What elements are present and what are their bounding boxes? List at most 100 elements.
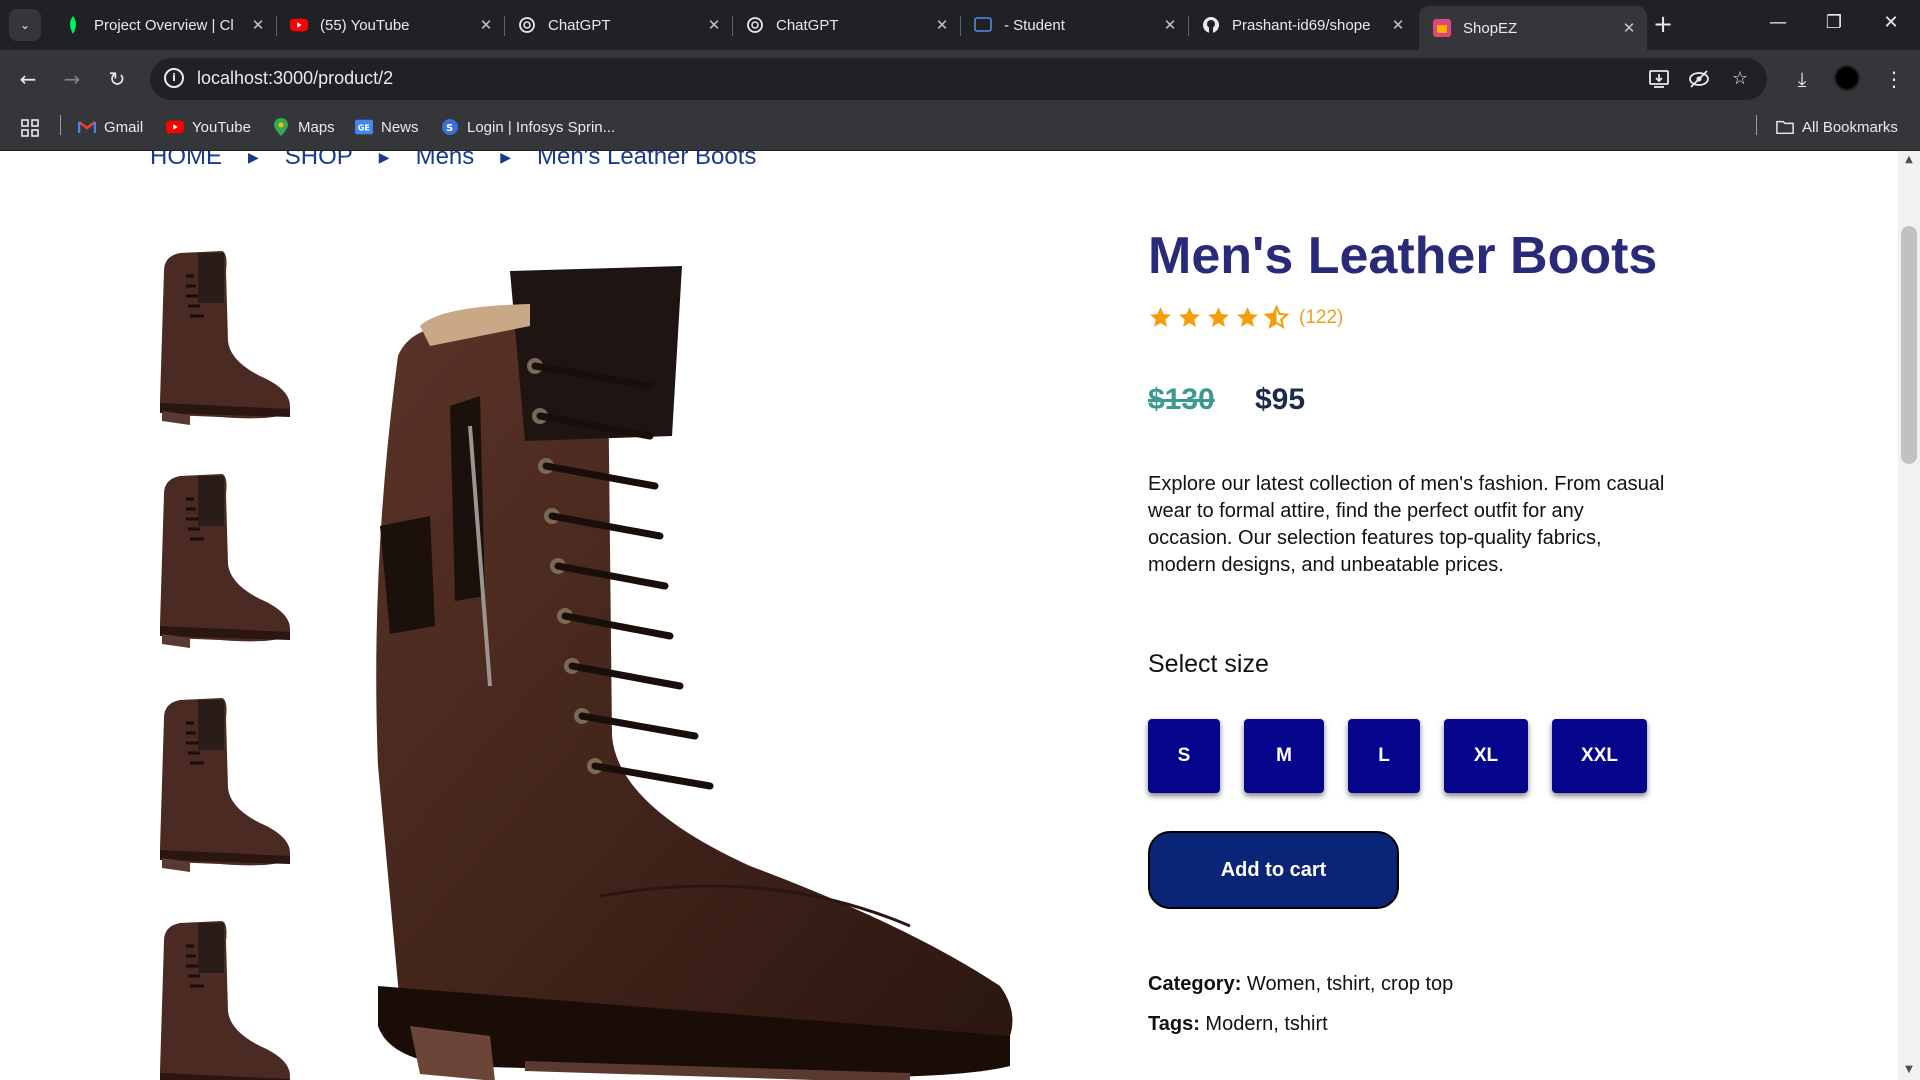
size-button-xxl[interactable]: XXL: [1552, 719, 1647, 793]
bookmarks-bar: Gmail YouTube Maps GE News S Login | Inf…: [0, 108, 1920, 151]
bookmark-maps[interactable]: Maps: [272, 118, 335, 136]
student-portal-icon: [974, 16, 992, 34]
bookmark-label: Gmail: [104, 118, 144, 136]
github-icon: [1202, 16, 1220, 34]
size-button-xl[interactable]: XL: [1444, 719, 1528, 793]
category-value: Women, tshirt, crop top: [1246, 973, 1454, 995]
caret-right-icon: ▶: [378, 151, 390, 165]
tab-title: Project Overview | Cl: [94, 16, 234, 34]
bookmark-gmail[interactable]: Gmail: [78, 118, 143, 136]
close-tab-icon[interactable]: ✕: [476, 16, 496, 34]
tab-title: Prashant-id69/shope: [1232, 16, 1371, 34]
size-button-m[interactable]: M: [1244, 719, 1324, 793]
chatgpt-icon: [518, 16, 536, 34]
bookmark-label: Maps: [298, 118, 335, 136]
close-tab-icon[interactable]: ✕: [932, 16, 952, 34]
star-full-icon: [1150, 307, 1171, 327]
star-half-icon: [1264, 305, 1289, 330]
tab-search-button[interactable]: ⌄: [9, 9, 41, 41]
folder-icon: [1776, 118, 1794, 136]
omnibox[interactable]: i localhost:3000/product/2 ☆: [150, 58, 1767, 100]
maps-icon: [272, 118, 290, 136]
product-tags: Tags: Modern, tshirt: [1148, 1013, 1328, 1036]
forward-button[interactable]: →: [56, 63, 88, 95]
category-label: Category:: [1148, 973, 1242, 995]
tab-title: ShopEZ: [1463, 19, 1518, 37]
tab-strip: ⌄ Project Overview | Cl ✕ (55) YouTube ✕…: [0, 0, 1920, 50]
tab-title: (55) YouTube: [320, 16, 410, 34]
product-thumbnail-3[interactable]: [150, 678, 300, 878]
browser-chrome: ⌄ Project Overview | Cl ✕ (55) YouTube ✕…: [0, 0, 1920, 151]
tab-youtube[interactable]: (55) YouTube ✕: [276, 6, 505, 44]
all-bookmarks-button[interactable]: All Bookmarks: [1776, 118, 1898, 136]
tab-title: - Student: [1004, 16, 1065, 34]
address-bar-row: ← → ↻ i localhost:3000/product/2 ☆ ⤓ ⋮: [0, 50, 1920, 108]
url-text[interactable]: localhost:3000/product/2: [197, 68, 393, 89]
bookmark-youtube[interactable]: YouTube: [166, 118, 251, 136]
minimize-icon[interactable]: —: [1758, 12, 1798, 33]
review-count[interactable]: (122): [1299, 307, 1343, 329]
tab-github[interactable]: Prashant-id69/shope ✕: [1188, 6, 1416, 44]
breadcrumb-current: Men's Leather Boots: [537, 151, 757, 170]
product-thumbnail-1[interactable]: [150, 231, 300, 431]
gmail-icon: [78, 118, 96, 136]
tab-project-overview[interactable]: Project Overview | Cl ✕: [50, 6, 277, 44]
reload-button[interactable]: ↻: [101, 63, 133, 95]
size-label: Select size: [1148, 650, 1269, 678]
back-button[interactable]: ←: [12, 63, 44, 95]
apps-grid-icon[interactable]: [20, 118, 40, 138]
bookmark-infosys[interactable]: S Login | Infosys Sprin...: [441, 118, 615, 136]
bookmark-news[interactable]: GE News: [355, 118, 419, 136]
svg-text:GE: GE: [358, 123, 370, 133]
size-button-s[interactable]: S: [1148, 719, 1220, 793]
star-full-icon: [1237, 307, 1258, 327]
close-tab-icon[interactable]: ✕: [1388, 16, 1408, 34]
tab-student[interactable]: - Student ✕: [960, 6, 1189, 44]
chatgpt-icon: [746, 16, 764, 34]
youtube-icon: [166, 118, 184, 136]
profile-avatar[interactable]: [1834, 65, 1860, 91]
star-full-icon: [1208, 307, 1229, 327]
product-category: Category: Women, tshirt, crop top: [1148, 973, 1453, 996]
svg-text:S: S: [446, 123, 453, 134]
tracking-blocked-icon[interactable]: [1687, 68, 1711, 92]
original-price: $130: [1148, 383, 1215, 416]
size-options: S M L XL XXL: [1148, 719, 1671, 793]
tab-title: ChatGPT: [548, 16, 611, 34]
install-app-icon[interactable]: [1647, 68, 1671, 92]
tab-chatgpt-2[interactable]: ChatGPT ✕: [732, 6, 961, 44]
product-thumbnail-4[interactable]: [150, 901, 300, 1080]
close-tab-icon[interactable]: ✕: [248, 16, 268, 34]
close-tab-icon[interactable]: ✕: [704, 16, 724, 34]
close-window-icon[interactable]: ✕: [1871, 12, 1911, 33]
bookmark-label: YouTube: [192, 118, 251, 136]
bookmark-star-icon[interactable]: ☆: [1728, 68, 1752, 92]
scrollbar-thumb[interactable]: [1901, 226, 1917, 464]
size-button-l[interactable]: L: [1348, 719, 1420, 793]
menu-kebab-icon[interactable]: ⋮: [1878, 63, 1910, 95]
tab-chatgpt-1[interactable]: ChatGPT ✕: [504, 6, 733, 44]
bookmark-label: News: [381, 118, 419, 136]
breadcrumb-shop[interactable]: SHOP: [285, 151, 353, 171]
breadcrumb-mens[interactable]: Mens: [416, 151, 475, 171]
product-thumbnail-2[interactable]: [150, 454, 300, 654]
site-info-icon[interactable]: i: [164, 68, 184, 88]
restore-icon[interactable]: ❐: [1814, 12, 1854, 33]
tab-shopez[interactable]: ShopEZ ✕: [1419, 6, 1647, 50]
bookmark-label: Login | Infosys Sprin...: [467, 118, 616, 136]
tab-title: ChatGPT: [776, 16, 839, 34]
close-tab-icon[interactable]: ✕: [1619, 19, 1639, 37]
star-full-icon: [1179, 307, 1200, 327]
product-page: HOME ▶ SHOP ▶ Mens ▶ Men's Leather Boots: [0, 151, 1898, 1080]
scroll-down-icon[interactable]: ▼: [1903, 1064, 1915, 1075]
breadcrumb-home[interactable]: HOME: [150, 151, 222, 171]
scroll-up-icon[interactable]: ▲: [1903, 154, 1915, 165]
product-description: Explore our latest collection of men's f…: [1148, 473, 1665, 576]
close-tab-icon[interactable]: ✕: [1160, 16, 1180, 34]
add-to-cart-button[interactable]: Add to cart: [1148, 831, 1399, 909]
sale-price: $95: [1255, 383, 1306, 416]
new-tab-button[interactable]: +: [1650, 12, 1676, 38]
tags-label: Tags:: [1148, 1013, 1200, 1035]
all-bookmarks-label: All Bookmarks: [1802, 118, 1898, 136]
downloads-icon[interactable]: ⤓: [1786, 63, 1818, 95]
